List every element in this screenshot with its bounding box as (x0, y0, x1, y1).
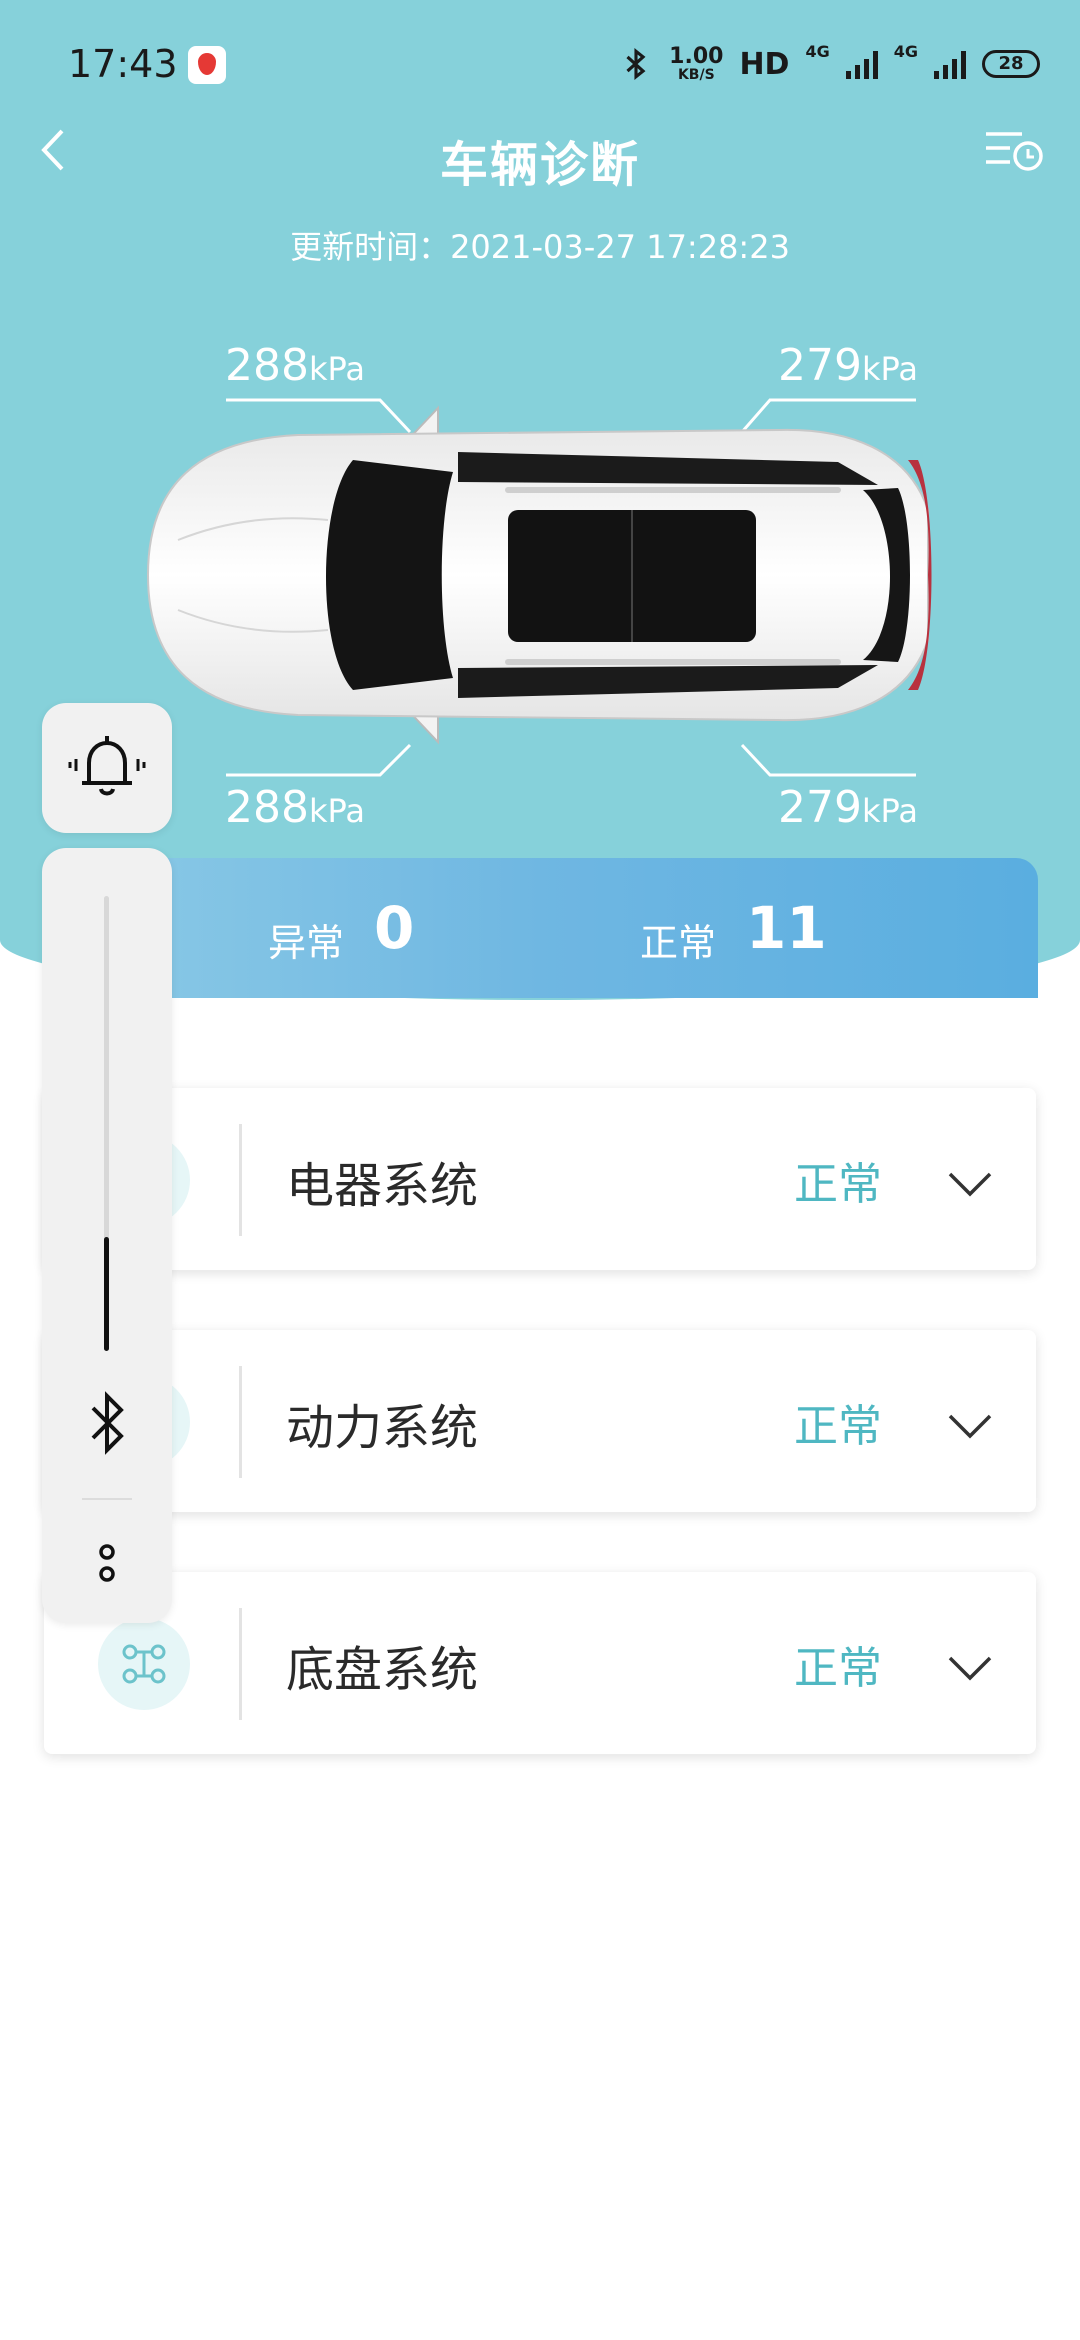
system-status: 正常 (794, 1159, 882, 1210)
volume-slider-fill (104, 1237, 109, 1351)
battery-icon: 28 (982, 50, 1040, 78)
page-title: 车辆诊断 (439, 137, 640, 193)
normal-count: 11 (746, 894, 827, 962)
status-time: 17:43 (68, 42, 178, 86)
status-bar: 17:43 1.00 KB/S HD 4G 4G 28 (0, 0, 1080, 130)
system-name: 电器系统 (286, 1158, 479, 1214)
history-list-icon (986, 132, 1043, 171)
system-card-electrical[interactable]: 电器系统 正常 (44, 1088, 1036, 1270)
more-options-icon[interactable] (87, 1538, 127, 1588)
network-speed: 1.00 KB/S (669, 44, 724, 83)
notification-toggle-button[interactable] (42, 703, 172, 833)
car-top-view-image (146, 405, 932, 745)
hd-indicator: HD (739, 46, 790, 82)
system-card-chassis[interactable]: 底盘系统 正常 (44, 1572, 1036, 1754)
chevron-down-icon[interactable] (946, 1168, 994, 1198)
chevron-down-icon[interactable] (946, 1410, 994, 1440)
bluetooth-icon (626, 48, 646, 80)
diagnosis-summary: 异常 0 正常 11 (42, 858, 1038, 998)
volume-slider[interactable] (104, 896, 109, 1351)
tire-pressure-rear-left: 288kPa (225, 782, 365, 833)
normal-label: 正常 (640, 921, 717, 965)
system-name: 动力系统 (286, 1400, 479, 1456)
chevron-down-icon[interactable] (946, 1652, 994, 1682)
signal-icon-1 (845, 49, 878, 79)
card-divider (239, 1608, 242, 1720)
tire-pressure-front-left: 288kPa (225, 340, 365, 391)
system-card-powertrain[interactable]: 动力系统 正常 (44, 1330, 1036, 1512)
tire-pressure-rear-right: 279kPa (778, 782, 918, 833)
signal-icon-2 (934, 49, 966, 79)
abnormal-count: 0 (374, 894, 415, 962)
network-type-1: 4G (805, 42, 830, 61)
card-divider (239, 1366, 242, 1478)
bluetooth-icon[interactable] (77, 1388, 137, 1458)
update-time: 更新时间：2021-03-27 17:28:23 (290, 228, 790, 266)
chassis-icon (98, 1618, 190, 1710)
abnormal-label: 异常 (268, 921, 345, 965)
status-indicators: 1.00 KB/S HD 4G 4G 28 (619, 42, 1040, 86)
bell-icon (68, 736, 146, 796)
map-app-icon (188, 46, 226, 84)
system-status: 正常 (794, 1643, 882, 1694)
panel-divider (82, 1498, 132, 1500)
history-button[interactable] (984, 126, 1044, 176)
system-name: 底盘系统 (286, 1642, 479, 1698)
card-divider (239, 1124, 242, 1236)
network-type-2: 4G (893, 42, 918, 61)
system-status: 正常 (794, 1401, 882, 1452)
tire-pressure-front-right: 279kPa (778, 340, 918, 391)
floating-control-panel (42, 848, 172, 1623)
